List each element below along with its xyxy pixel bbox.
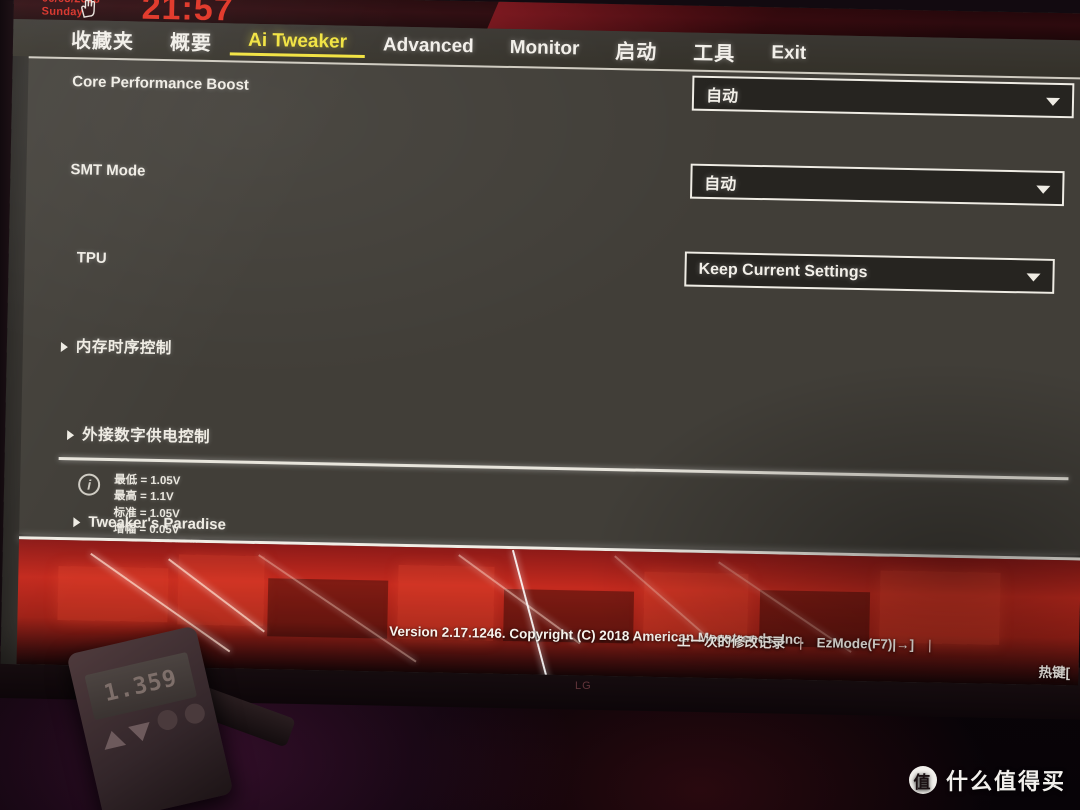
chevron-down-icon bbox=[1036, 185, 1051, 194]
bios-screen: 06/03/2018 Sunday 21:57 收藏夹 概要 Ai Tweake… bbox=[0, 0, 1080, 686]
dropdown-value: Keep Current Settings bbox=[698, 260, 868, 281]
tab-monitor[interactable]: Monitor bbox=[492, 36, 598, 60]
multimeter-triangle-up-icon bbox=[100, 728, 127, 750]
last-modified-button[interactable]: 上一次的修改记录 bbox=[677, 629, 785, 651]
multimeter-button-right bbox=[182, 701, 207, 726]
setting-row-dram-timing-control[interactable]: 内存时序控制 bbox=[22, 322, 1080, 387]
setting-label: SMT Mode bbox=[70, 160, 146, 180]
help-line-step: 增幅 = 0.05V bbox=[113, 523, 180, 537]
hotkey-button[interactable]: 热键[ bbox=[1038, 661, 1070, 682]
setting-row-external-digi-power-control[interactable]: 外接数字供电控制 bbox=[21, 410, 1080, 475]
tab-boot[interactable]: 启动 bbox=[597, 35, 676, 66]
footer-links[interactable]: 上一次的修改记录 | EzMode(F7)|→] | bbox=[677, 629, 932, 654]
setting-label: 外接数字供电控制 bbox=[67, 422, 210, 447]
footer-separator-2: | bbox=[927, 636, 932, 653]
setting-row-smt-mode[interactable]: SMT Mode 自动 bbox=[26, 146, 1080, 211]
screenshot-root: LG 06/03/2018 Sunday 21:57 收藏夹 概要 Ai Twe… bbox=[0, 0, 1080, 810]
tab-advanced[interactable]: Advanced bbox=[365, 34, 492, 59]
info-icon: i bbox=[77, 473, 101, 496]
tab-main[interactable]: 概要 bbox=[152, 26, 231, 57]
help-line-std: 标准 = 1.05V bbox=[113, 506, 180, 521]
ezmode-button[interactable]: EzMode(F7)|→] bbox=[816, 635, 914, 652]
footer-separator-1: | bbox=[798, 634, 803, 650]
watermark-text: 什么值得买 bbox=[945, 769, 1066, 794]
tab-exit[interactable]: Exit bbox=[753, 41, 824, 64]
tab-ai-tweaker[interactable]: Ai Tweaker bbox=[229, 28, 366, 58]
dropdown-tpu[interactable]: Keep Current Settings bbox=[684, 251, 1055, 294]
dropdown-value: 自动 bbox=[704, 175, 737, 194]
settings-panel: Core Performance Boost 自动 SMT Mode 自动 TP… bbox=[19, 56, 1080, 646]
setting-row-tpu[interactable]: TPU Keep Current Settings bbox=[24, 234, 1080, 299]
hand-cursor-icon bbox=[81, 0, 96, 18]
help-line-max: 最高 = 1.1V bbox=[113, 490, 174, 504]
monitor-brand-logo: LG bbox=[575, 680, 592, 692]
multimeter-triangle-down-icon bbox=[128, 722, 154, 744]
chevron-right-icon bbox=[60, 341, 68, 353]
setting-label: TPU bbox=[76, 248, 107, 267]
chevron-down-icon bbox=[1026, 272, 1041, 282]
dropdown-value: 自动 bbox=[705, 87, 739, 106]
dropdown-smt-mode[interactable]: 自动 bbox=[689, 163, 1065, 207]
tab-tool[interactable]: 工具 bbox=[675, 36, 754, 67]
smzdm-logo-icon: 值 bbox=[908, 766, 937, 794]
dropdown-core-performance-boost[interactable]: 自动 bbox=[691, 75, 1075, 119]
chevron-down-icon bbox=[1045, 97, 1061, 106]
setting-label: Core Performance Boost bbox=[72, 72, 250, 94]
tab-favorites[interactable]: 收藏夹 bbox=[53, 24, 153, 55]
submenu-label: 外接数字供电控制 bbox=[81, 426, 211, 447]
chevron-right-icon bbox=[67, 430, 75, 441]
help-line-min: 最低 = 1.05V bbox=[114, 474, 181, 488]
multimeter-button-left bbox=[155, 707, 180, 732]
setting-label: 内存时序控制 bbox=[60, 334, 173, 358]
multimeter-display: 1.359 bbox=[84, 651, 198, 721]
submenu-label: 内存时序控制 bbox=[75, 338, 173, 358]
watermark: 值 什么值得买 bbox=[908, 764, 1066, 796]
